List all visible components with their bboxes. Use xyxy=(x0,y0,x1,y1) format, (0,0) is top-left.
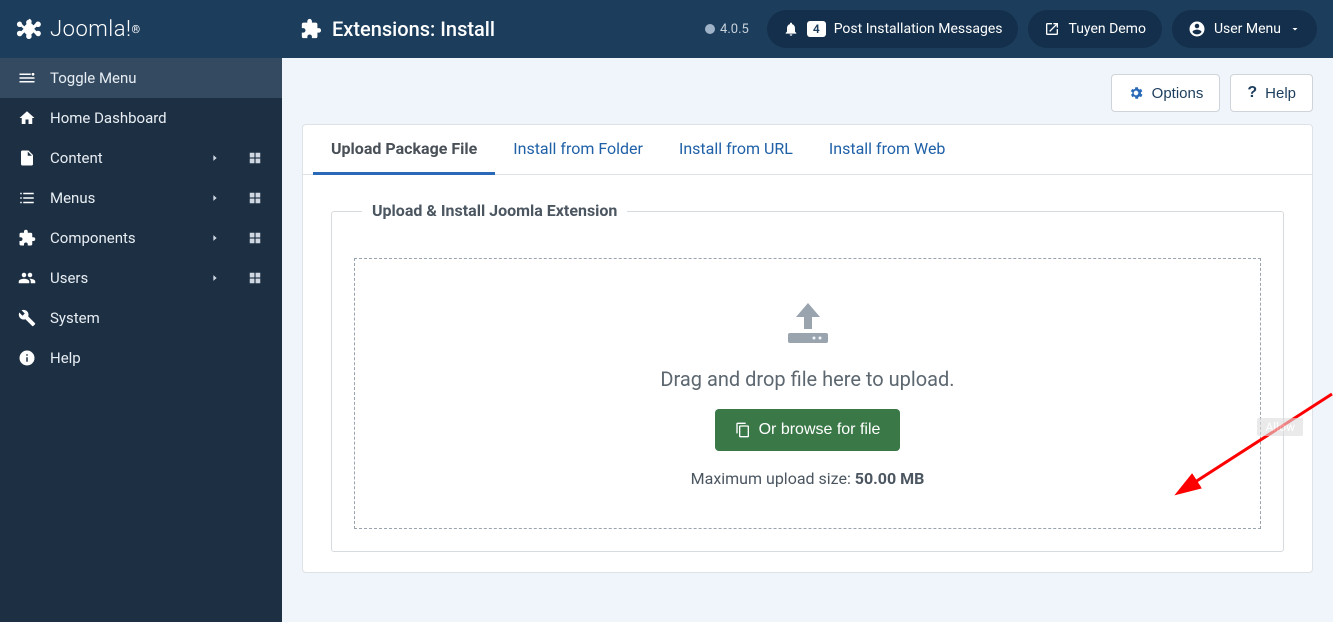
notif-badge: 4 xyxy=(807,21,826,37)
sidebar-item-components[interactable]: Components xyxy=(0,218,282,258)
file-icon xyxy=(18,149,36,167)
chevron-right-icon xyxy=(210,193,224,203)
tabs: Upload Package FileInstall from FolderIn… xyxy=(303,125,1312,175)
sidebar-item-label: Menus xyxy=(50,189,95,207)
user-menu-button[interactable]: User Menu xyxy=(1172,10,1317,48)
sidebar-item-label: Components xyxy=(50,229,136,247)
chevron-right-icon xyxy=(210,273,224,283)
sidebar-item-label: System xyxy=(50,309,100,327)
grid-icon[interactable] xyxy=(248,191,264,205)
sidebar-item-label: Home Dashboard xyxy=(50,109,167,127)
sidebar: Toggle Menu Home Dashboard Content Menus Co… xyxy=(0,58,282,622)
drop-text: Drag and drop file here to upload. xyxy=(660,367,954,391)
post-install-button[interactable]: 4 Post Installation Messages xyxy=(767,10,1019,48)
question-icon: ? xyxy=(1247,84,1257,102)
tab-upload-package-file[interactable]: Upload Package File xyxy=(313,125,495,175)
gear-icon xyxy=(1128,85,1144,101)
tab-install-from-folder[interactable]: Install from Folder xyxy=(495,125,661,174)
toggle-menu-button[interactable]: Toggle Menu xyxy=(0,58,282,98)
max-upload-text: Maximum upload size: 50.00 MB xyxy=(691,469,925,488)
brand-logo[interactable]: Joomla!® xyxy=(0,0,282,58)
chevron-right-icon xyxy=(210,153,224,163)
post-install-label: Post Installation Messages xyxy=(834,21,1003,37)
sidebar-item-help[interactable]: Help xyxy=(0,338,282,378)
browse-file-button[interactable]: Or browse for file xyxy=(715,409,901,451)
options-button[interactable]: Options xyxy=(1111,74,1221,112)
main-content: Options ? Help Upload Package FileInstal… xyxy=(282,58,1333,622)
external-link-icon xyxy=(1044,21,1060,37)
user-menu-label: User Menu xyxy=(1214,21,1281,37)
sidebar-item-label: Users xyxy=(50,269,88,287)
install-panel: Upload Package FileInstall from FolderIn… xyxy=(302,124,1313,573)
tab-install-from-web[interactable]: Install from Web xyxy=(811,125,964,174)
help-button[interactable]: ? Help xyxy=(1230,74,1313,112)
joomla-icon xyxy=(16,16,42,42)
user-icon xyxy=(1188,20,1206,38)
fieldset-legend: Upload & Install Joomla Extension xyxy=(362,201,627,220)
puzzle-icon xyxy=(300,18,322,40)
brand-text: Joomla! xyxy=(50,17,132,42)
copy-icon xyxy=(735,422,751,438)
version-indicator: 4.0.5 xyxy=(704,22,749,37)
puzzle-icon xyxy=(18,229,36,247)
upload-icon xyxy=(780,299,836,349)
help-label: Help xyxy=(1265,85,1296,102)
chevron-down-icon xyxy=(1289,23,1301,35)
info-icon xyxy=(18,349,36,367)
upload-fieldset: Upload & Install Joomla Extension Drag a… xyxy=(331,211,1284,552)
bell-icon xyxy=(783,21,799,37)
grid-icon[interactable] xyxy=(248,231,264,245)
allow-tag: Allow xyxy=(1257,418,1303,436)
chevron-right-icon xyxy=(210,233,224,243)
browse-label: Or browse for file xyxy=(759,421,881,439)
page-title-text: Extensions: Install xyxy=(332,17,495,41)
home-icon xyxy=(18,109,36,127)
grid-icon[interactable] xyxy=(248,271,264,285)
options-label: Options xyxy=(1152,85,1204,102)
sidebar-item-content[interactable]: Content xyxy=(0,138,282,178)
wrench-icon xyxy=(18,309,36,327)
users-icon xyxy=(18,269,36,287)
sidebar-item-menus[interactable]: Menus xyxy=(0,178,282,218)
sidebar-item-home-dashboard[interactable]: Home Dashboard xyxy=(0,98,282,138)
sidebar-item-users[interactable]: Users xyxy=(0,258,282,298)
sidebar-item-label: Content xyxy=(50,149,103,167)
page-title: Extensions: Install xyxy=(300,17,495,41)
toggle-menu-label: Toggle Menu xyxy=(50,69,137,87)
version-text: 4.0.5 xyxy=(720,22,749,37)
dropzone[interactable]: Drag and drop file here to upload. Or br… xyxy=(354,258,1261,529)
sidebar-item-system[interactable]: System xyxy=(0,298,282,338)
toggle-icon xyxy=(18,69,36,87)
tab-install-from-url[interactable]: Install from URL xyxy=(661,125,811,174)
list-icon xyxy=(18,189,36,207)
site-name-label: Tuyen Demo xyxy=(1068,21,1145,37)
grid-icon[interactable] xyxy=(248,151,264,165)
site-preview-button[interactable]: Tuyen Demo xyxy=(1028,10,1161,48)
joomla-small-icon xyxy=(704,23,716,35)
sidebar-item-label: Help xyxy=(50,349,81,367)
